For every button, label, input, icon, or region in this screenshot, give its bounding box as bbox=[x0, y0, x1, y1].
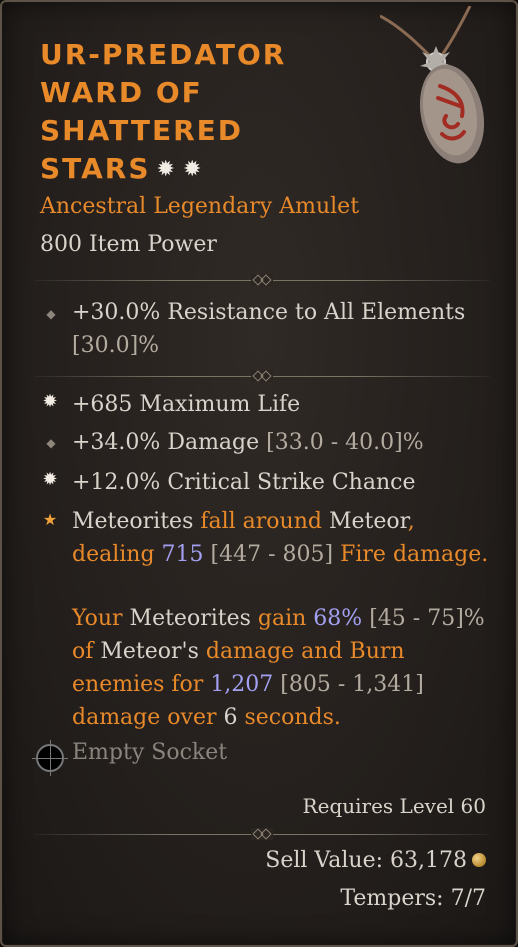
aspect-text-1: Meteorites fall around Meteor, dealing 71… bbox=[72, 509, 489, 567]
item-power: 800 Item Power bbox=[40, 232, 217, 257]
sell-value-text: Sell Value: 63,178 bbox=[265, 848, 467, 873]
title-glyph-icon: ✹ bbox=[182, 157, 204, 182]
item-tooltip: UR-PREDATOR WARD OF SHATTERED STARS ✹ ✹ Ances… bbox=[0, 0, 518, 947]
gold-coin-icon bbox=[472, 853, 486, 867]
socket-label: Empty Socket bbox=[72, 740, 228, 765]
diamond-bullet-icon: ◆ bbox=[46, 436, 56, 450]
section-divider bbox=[34, 274, 490, 286]
affix-line: +34.0% Damage [33.0 - 40.0]% bbox=[72, 430, 424, 455]
affix-line: +12.0% Critical Strike Chance bbox=[72, 470, 416, 495]
tempers-count: Tempers: 7/7 bbox=[340, 886, 486, 911]
item-title: UR-PREDATOR WARD OF SHATTERED STARS ✹ ✹ bbox=[40, 36, 340, 189]
section-divider bbox=[34, 370, 490, 382]
required-level: Requires Level 60 bbox=[302, 794, 486, 818]
aspect-text-2: Your Meteorites gain 68% [45 - 75]% of Me… bbox=[72, 606, 485, 730]
legendary-star-icon: ★ bbox=[42, 510, 58, 529]
item-type: Ancestral Legendary Amulet bbox=[40, 194, 360, 219]
implicit-affix: +30.0% Resistance to All Elements [30.0]% bbox=[72, 300, 466, 358]
title-glyph-icon: ✹ bbox=[156, 157, 177, 182]
amulet-icon bbox=[380, 6, 485, 164]
empty-socket-icon bbox=[32, 740, 68, 776]
section-divider bbox=[34, 828, 490, 840]
diamond-bullet-icon: ◆ bbox=[46, 307, 56, 321]
greater-affix-icon: ✹ bbox=[42, 469, 58, 490]
greater-affix-icon: ✹ bbox=[42, 391, 58, 412]
sell-value: Sell Value: 63,178 bbox=[265, 848, 486, 873]
affix-line: +685 Maximum Life bbox=[72, 392, 301, 417]
